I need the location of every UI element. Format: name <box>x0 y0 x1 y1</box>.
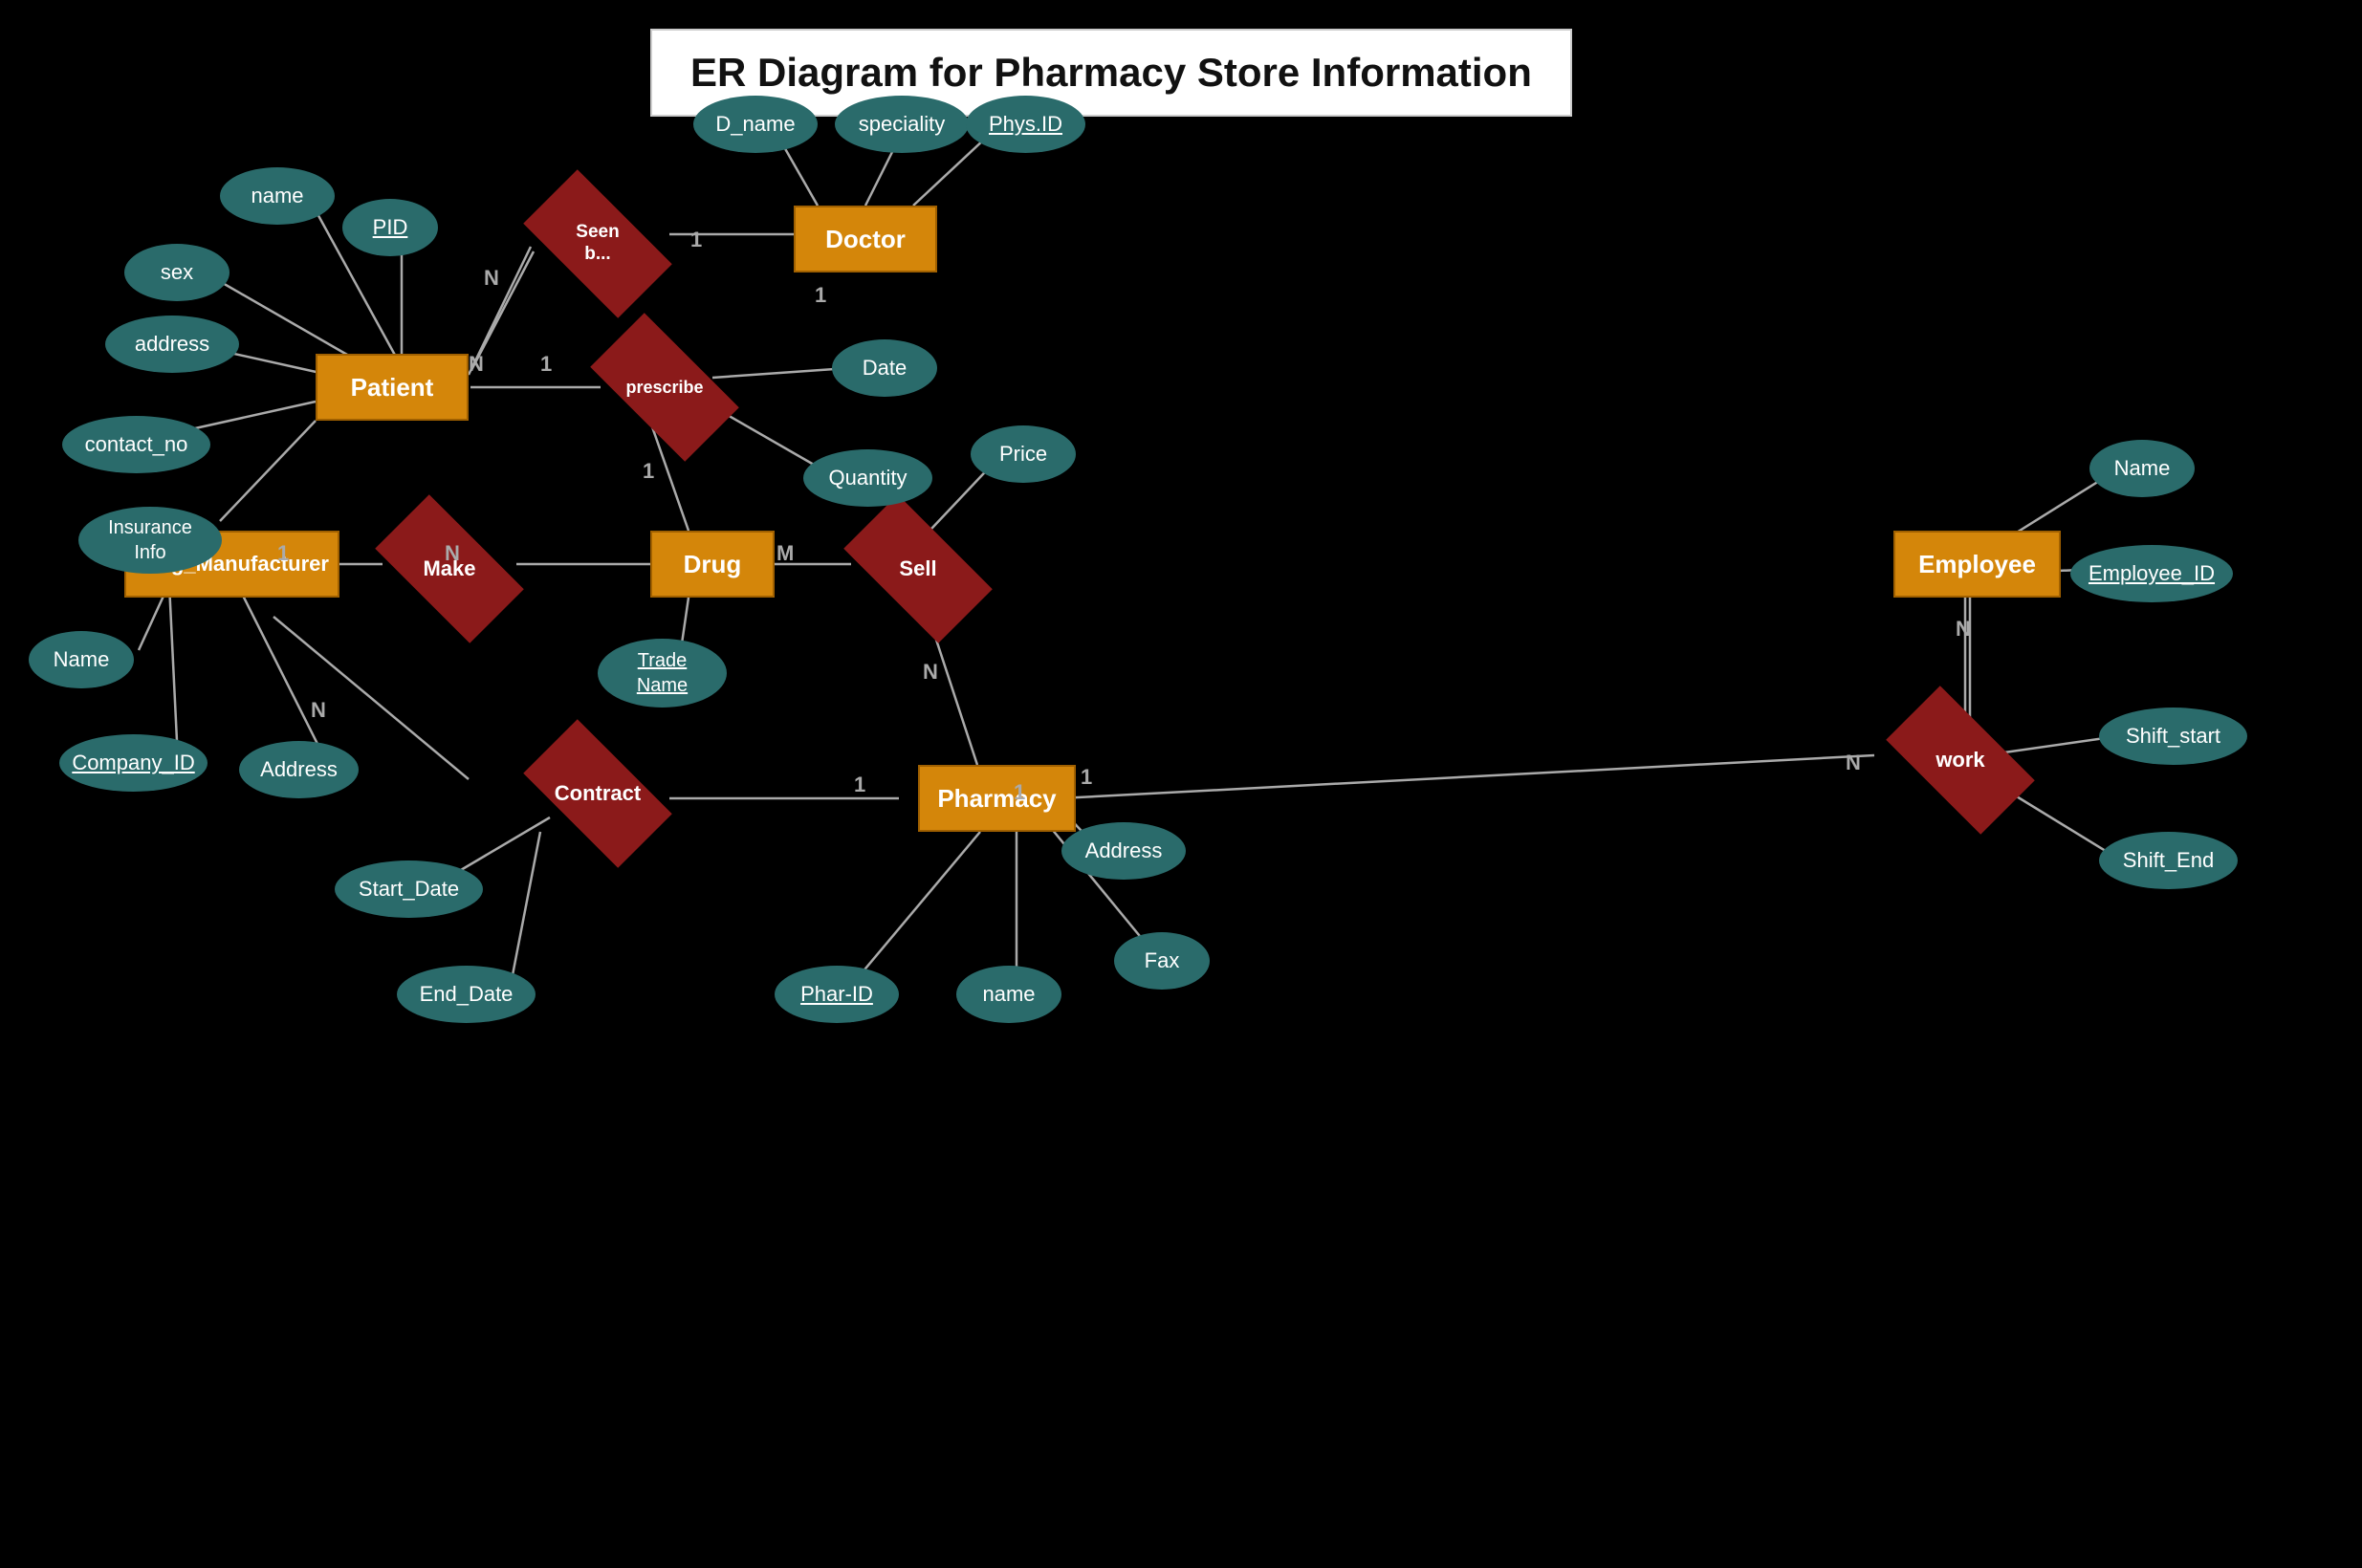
attr-doctor-dname: D_name <box>693 96 818 153</box>
card-seenby-doctor-1: 1 <box>690 228 702 252</box>
attr-patient-contact: contact_no <box>62 416 210 473</box>
attr-work-shiftstart: Shift_start <box>2099 708 2247 765</box>
card-patient-seenby-n: N <box>484 266 499 291</box>
card-prescribe-drug-1: 1 <box>643 459 654 484</box>
card-pharmacy-work-1: 1 <box>1081 765 1092 790</box>
attr-patient-sex: sex <box>124 244 230 301</box>
relationship-seen-by: Seenb... <box>531 206 665 282</box>
card-work-pharmacy-1: 1 <box>1014 780 1025 805</box>
attr-pharmacy-fax: Fax <box>1114 932 1210 990</box>
card-sell-work-n: N <box>1846 751 1861 775</box>
entity-drug: Drug <box>650 531 775 598</box>
attr-mfg-companyid: Company_ID <box>59 734 208 792</box>
attr-patient-address: address <box>105 316 239 373</box>
attr-pharmacy-address: Address <box>1061 822 1186 880</box>
attr-patient-insurance: InsuranceInfo <box>78 507 222 574</box>
attr-mfg-address: Address <box>239 741 359 798</box>
attr-patient-pid: PID <box>342 199 438 256</box>
attr-doctor-speciality: speciality <box>835 96 969 153</box>
entity-doctor: Doctor <box>794 206 937 272</box>
relationship-work: work <box>1893 722 2027 798</box>
attr-work-shiftend: Shift_End <box>2099 832 2238 889</box>
card-make-mfg-1: 1 <box>277 541 289 566</box>
entity-employee: Employee <box>1893 531 2061 598</box>
card-contract-pharmacy-1: 1 <box>854 773 865 797</box>
attr-contract-startdate: Start_Date <box>335 860 483 918</box>
attr-sell-price: Price <box>971 425 1076 483</box>
attr-doctor-physid: Phys.ID <box>966 96 1085 153</box>
card-employee-work-n: N <box>1956 617 1971 642</box>
attr-pharmacy-pharid: Phar-ID <box>775 966 899 1023</box>
attr-emp-empid: Employee_ID <box>2070 545 2233 602</box>
relationship-contract: Contract <box>531 755 665 832</box>
attr-mfg-name: Name <box>29 631 134 688</box>
attr-prescribe-quantity: Quantity <box>803 449 932 507</box>
relationship-prescribe: prescribe <box>598 349 732 425</box>
relationship-sell: Sell <box>851 531 985 607</box>
attr-emp-name: Name <box>2089 440 2195 497</box>
card-sell-pharmacy-n: N <box>923 660 938 685</box>
attr-patient-name: name <box>220 167 335 225</box>
entity-pharmacy: Pharmacy <box>918 765 1076 832</box>
card-drug-sell-m: M <box>776 541 794 566</box>
entity-patient: Patient <box>316 354 469 421</box>
attr-contract-enddate: End_Date <box>397 966 536 1023</box>
card-seenby-doctor-1b: 1 <box>815 283 826 308</box>
card-contract-mfg-n: N <box>311 698 326 723</box>
attr-pharmacy-name: name <box>956 966 1061 1023</box>
attr-prescribe-date: Date <box>832 339 937 397</box>
card-patient-prescribe-n: N <box>469 352 484 377</box>
attr-drug-tradename: TradeName <box>598 639 727 708</box>
card-patient-prescribe-1: 1 <box>540 352 552 377</box>
